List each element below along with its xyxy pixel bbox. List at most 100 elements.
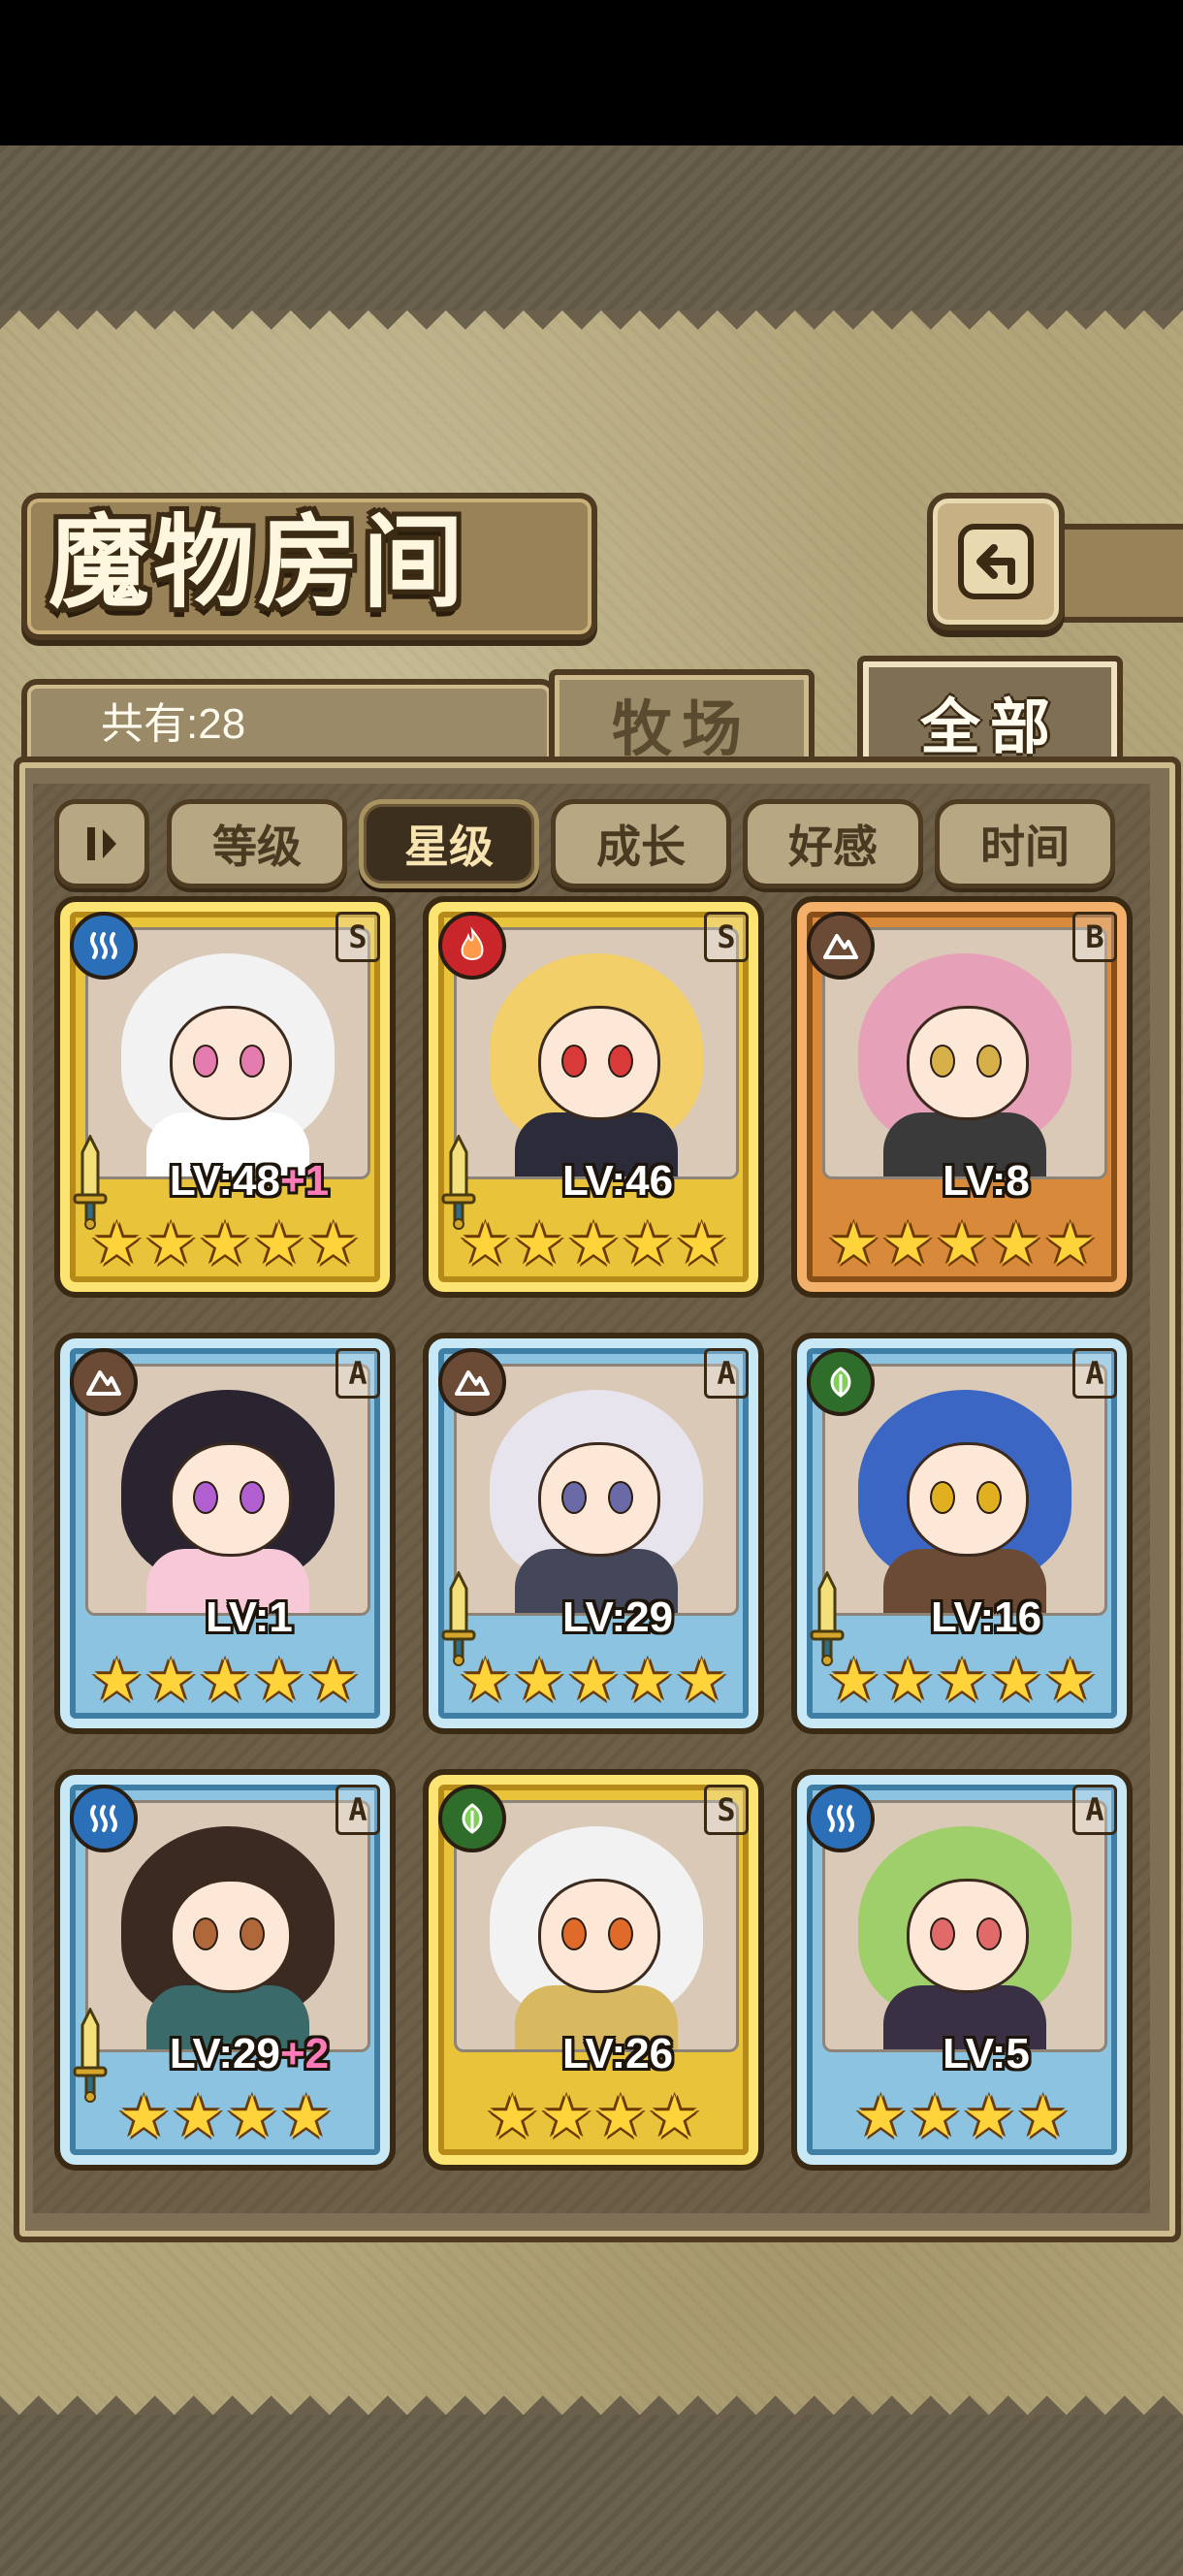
star-icon: ★ (936, 1210, 988, 1278)
status-bar (0, 0, 1183, 145)
level-bonus: +1 (279, 1157, 330, 1205)
star-icon: ★ (459, 1210, 512, 1278)
level-text: LV:5 (943, 2030, 1030, 2077)
monster-card[interactable]: S LV:26 ★ ★ ★ ★ (423, 1769, 764, 2171)
water-waves-icon (70, 1785, 138, 1852)
star-rating: ★ ★ ★ ★ ★ (429, 1210, 758, 1278)
torn-edge-top (0, 310, 1183, 349)
monster-level: LV:1 (118, 1593, 380, 1643)
star-icon: ★ (881, 1647, 935, 1715)
flame-icon (438, 912, 506, 980)
star-icon: ★ (226, 2083, 278, 2151)
filter-time[interactable]: 时间 (935, 799, 1115, 888)
star-icon: ★ (90, 1647, 144, 1715)
star-icon: ★ (989, 1210, 1042, 1278)
back-button[interactable] (927, 493, 1065, 630)
star-icon: ★ (90, 1210, 144, 1278)
water-waves-icon (70, 912, 138, 980)
level-text: LV:29 (561, 1594, 674, 1641)
grade-badge: S (336, 912, 380, 962)
monster-card[interactable]: A LV:29+2 ★ ★ ★ ★ (54, 1769, 396, 2171)
star-icon: ★ (936, 1647, 988, 1715)
star-icon: ★ (1016, 2083, 1070, 2151)
star-icon: ★ (621, 1647, 674, 1715)
page-title: 魔物房间 (48, 502, 468, 622)
back-button-rail (1047, 524, 1183, 623)
mountain-icon (807, 912, 875, 980)
grade-badge: A (704, 1348, 749, 1399)
monster-card[interactable]: A LV:1 ★ ★ ★ ★ ★ (54, 1333, 396, 1734)
star-icon: ★ (567, 1647, 620, 1715)
star-icon: ★ (675, 1210, 728, 1278)
star-icon: ★ (621, 1210, 674, 1278)
level-text: LV:1 (206, 1594, 293, 1641)
monster-card[interactable]: A LV:16 ★ ★ ★ ★ ★ (791, 1333, 1133, 1734)
star-icon: ★ (567, 1210, 620, 1278)
monster-level: LV:48+1 (118, 1156, 380, 1207)
filter-affection[interactable]: 好感 (743, 799, 923, 888)
level-text: LV:8 (943, 1157, 1030, 1205)
level-text: LV:46 (561, 1157, 674, 1205)
monster-card[interactable]: S LV:48+1 ★ ★ ★ ★ ★ (54, 896, 396, 1298)
star-rating: ★ ★ ★ ★ (429, 2083, 758, 2151)
star-icon: ★ (963, 2083, 1015, 2151)
star-icon: ★ (881, 1210, 935, 1278)
star-icon: ★ (989, 1647, 1042, 1715)
star-icon: ★ (306, 1210, 360, 1278)
monster-count: 共有:28 (101, 700, 246, 748)
monster-card[interactable]: B LV:8 ★ ★ ★ ★ ★ (791, 896, 1133, 1298)
star-icon: ★ (1043, 1647, 1097, 1715)
star-icon: ★ (854, 2083, 908, 2151)
star-rating: ★ ★ ★ ★ (797, 2083, 1127, 2151)
monster-level: LV:46 (487, 1156, 749, 1207)
monster-level: LV:29+2 (118, 2029, 380, 2079)
grade-badge: S (704, 1785, 749, 1835)
grade-badge: S (704, 912, 749, 962)
bottom-map-strip (0, 2415, 1183, 2576)
star-icon: ★ (459, 1647, 512, 1715)
star-icon: ★ (594, 2083, 647, 2151)
grade-badge: A (1072, 1785, 1117, 1835)
top-map-strip (0, 145, 1183, 310)
star-rating: ★ ★ ★ ★ ★ (60, 1210, 390, 1278)
star-icon: ★ (827, 1647, 880, 1715)
star-icon: ★ (144, 1210, 198, 1278)
star-icon: ★ (199, 1647, 251, 1715)
monster-level: LV:26 (487, 2029, 749, 2079)
sort-order-button[interactable] (54, 799, 149, 888)
monster-card[interactable]: A LV:29 ★ ★ ★ ★ ★ (423, 1333, 764, 1734)
star-icon: ★ (513, 1647, 566, 1715)
monster-level: LV:8 (855, 1156, 1117, 1207)
star-icon: ★ (675, 1647, 728, 1715)
monster-level: LV:29 (487, 1593, 749, 1643)
star-icon: ★ (279, 2083, 333, 2151)
level-text: LV:16 (930, 1594, 1042, 1641)
filter-growth[interactable]: 成长 (551, 799, 731, 888)
star-icon: ★ (648, 2083, 701, 2151)
monster-card[interactable]: S LV:46 ★ ★ ★ ★ ★ (423, 896, 764, 1298)
star-icon: ★ (1043, 1210, 1097, 1278)
star-icon: ★ (144, 1647, 198, 1715)
torn-edge-bottom (0, 2376, 1183, 2415)
level-text: LV:29 (169, 2030, 280, 2077)
grade-badge: A (336, 1348, 380, 1399)
leaf-icon (807, 1348, 875, 1416)
star-icon: ★ (252, 1647, 305, 1715)
grade-badge: A (336, 1785, 380, 1835)
star-icon: ★ (486, 2083, 539, 2151)
star-icon: ★ (252, 1210, 305, 1278)
sort-order-icon (87, 827, 116, 860)
monster-level: LV:5 (855, 2029, 1117, 2079)
mountain-icon (70, 1348, 138, 1416)
monster-card[interactable]: A LV:5 ★ ★ ★ ★ (791, 1769, 1133, 2171)
level-text: LV:48 (169, 1157, 280, 1205)
filter-star[interactable]: 星级 (359, 799, 539, 888)
grade-badge: B (1072, 912, 1117, 962)
filter-level[interactable]: 等级 (167, 799, 347, 888)
star-icon: ★ (827, 1210, 880, 1278)
star-icon: ★ (513, 1210, 566, 1278)
level-bonus: +2 (279, 2030, 330, 2077)
star-icon: ★ (909, 2083, 961, 2151)
star-rating: ★ ★ ★ ★ ★ (797, 1647, 1127, 1715)
star-icon: ★ (199, 1210, 251, 1278)
